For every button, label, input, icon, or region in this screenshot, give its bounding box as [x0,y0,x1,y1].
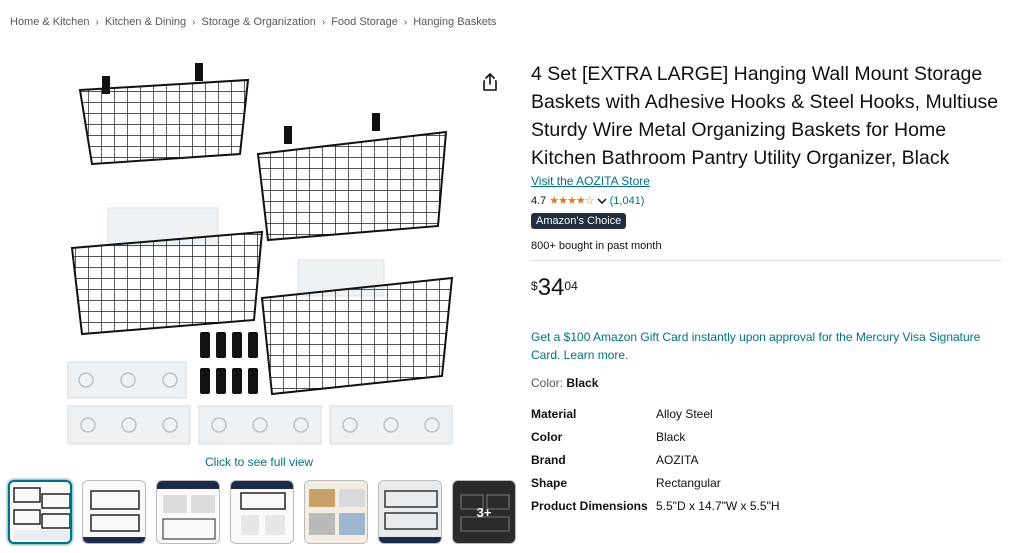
breadcrumb-separator: › [403,16,408,28]
thumbnail-install-guide-image [157,481,219,540]
rating-row: 4.7 ★★★★☆ (1,041) [531,194,1001,208]
product-title: 4 Set [EXTRA LARGE] Hanging Wall Mount S… [531,63,999,169]
breadcrumb-storage-organization[interactable]: Storage & Organization [202,16,316,28]
thumbnail-package-image [231,481,293,535]
thumbnail-kitchen-use-image [305,481,367,543]
thumbnail-bathroom-use-image [379,481,441,543]
basket-image [78,63,250,166]
spec-key: Material [531,406,577,421]
main-product-image[interactable] [62,58,462,450]
basket-image [260,276,454,396]
divider [531,260,1001,261]
breadcrumb-separator: › [192,16,196,28]
spec-key: Color [531,429,563,444]
spec-value: Rectangular [656,475,721,490]
color-value: Black [566,376,599,390]
thumbnail-2[interactable] [82,480,146,544]
spec-key: Product Dimensions [531,498,648,513]
spec-key: Brand [531,452,566,467]
thumbnail-dimensions-image [83,490,145,543]
basket-image [70,230,264,336]
spec-value: AOZITA [656,452,699,467]
color-label: Color: [531,376,564,390]
thumbnail-1[interactable] [8,480,72,544]
spec-value: Black [656,429,686,444]
share-icon[interactable] [480,72,500,92]
breadcrumb-home-kitchen[interactable]: Home & Kitchen [10,16,89,28]
rating-count-link[interactable]: (1,041) [610,195,645,207]
chevron-down-icon[interactable] [597,197,607,205]
spec-row: Brand AOZITA [531,448,780,471]
breadcrumb: Home & Kitchen › Kitchen & Dining › Stor… [10,16,496,28]
amazons-choice-badge: Amazon's Choice [531,213,627,229]
spec-row: Color Black [531,425,780,448]
spec-key: Shape [531,475,568,490]
store-link[interactable]: Visit the AOZITA Store [531,174,650,188]
star-rating-icon[interactable]: ★★★★☆ [549,194,594,207]
product-specs-table: Material Alloy Steel Color Black Brand A… [531,402,780,517]
bought-count: 800+ bought in past month [531,240,662,252]
spec-row: Shape Rectangular [531,471,780,494]
price-whole: 34 [537,274,565,301]
breadcrumb-separator: › [321,16,326,28]
full-view-link[interactable]: Click to see full view [205,455,313,469]
price: $ 34 04 [531,276,1001,300]
thumbnail-4[interactable] [230,480,294,544]
rating-value: 4.7 [531,194,547,207]
breadcrumb-separator: › [95,16,99,28]
thumbnail-strip: 3+ [8,480,516,544]
thumbnail-3[interactable] [156,480,220,544]
thumbnail-5[interactable] [304,480,368,544]
more-thumbnails-button[interactable]: 3+ [452,480,516,544]
steel-hooks-image [200,332,258,394]
thumbnail-6[interactable] [378,480,442,544]
product-info: 4 Set [EXTRA LARGE] Hanging Wall Mount S… [531,60,1001,517]
color-selection: Color: Black [531,376,1001,390]
more-thumbnails-label: 3+ [476,504,492,520]
basket-image [256,113,448,242]
gift-card-promo-link[interactable]: Get a $100 Amazon Gift Card instantly up… [531,328,1001,364]
spec-row: Product Dimensions 5.5"D x 14.7"W x 5.5"… [531,494,780,517]
price-fraction: 04 [564,279,578,293]
thumbnail-baskets-image [13,487,70,540]
price-symbol: $ [531,279,538,293]
breadcrumb-kitchen-dining[interactable]: Kitchen & Dining [105,16,186,28]
spec-row: Material Alloy Steel [531,402,780,425]
spec-value: 5.5"D x 14.7"W x 5.5"H [656,498,780,513]
breadcrumb-hanging-baskets[interactable]: Hanging Baskets [413,16,496,28]
breadcrumb-food-storage[interactable]: Food Storage [331,16,398,28]
spec-value: Alloy Steel [656,406,713,421]
